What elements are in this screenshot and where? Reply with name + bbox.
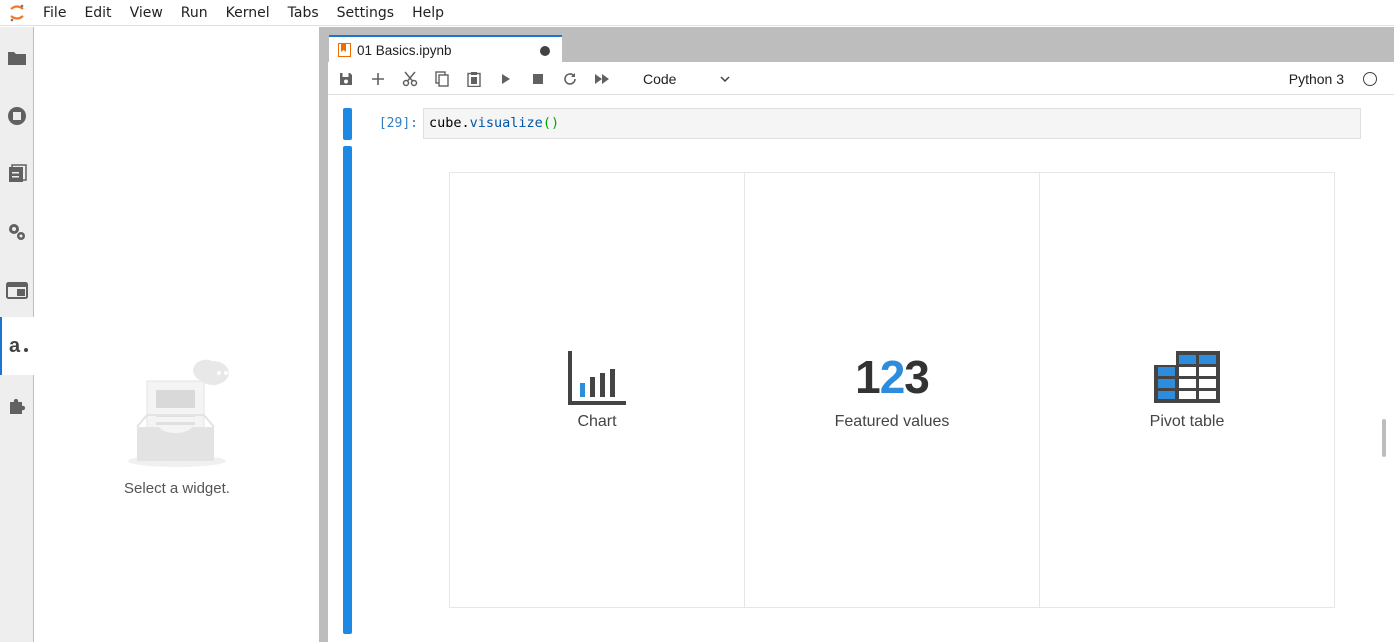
atoti-widget-selector: Chart 123 Featured values Pivot table [449, 172, 1335, 608]
notebook-toolbar: Code Python 3 [328, 63, 1394, 95]
tabs-icon [6, 282, 28, 299]
cell-type-select[interactable]: Code [636, 67, 736, 91]
cut-icon [402, 71, 418, 86]
kernel-idle-icon [1363, 72, 1377, 86]
select-widget-message: Select a widget. [124, 480, 230, 497]
panel-splitter[interactable] [319, 27, 328, 642]
atoti-icon: a [9, 336, 28, 356]
pivot-table-label: Pivot table [1149, 413, 1225, 430]
code-dot: . [461, 115, 470, 131]
menu-run[interactable]: Run [172, 0, 217, 26]
featured-values-icon: 123 [745, 351, 1039, 403]
menu-help[interactable]: Help [403, 0, 453, 26]
restart-run-all-button[interactable] [586, 65, 618, 93]
code-parens: () [542, 115, 560, 131]
chart-label: Chart [577, 413, 617, 430]
commands-icon [9, 164, 27, 182]
property-inspector-tab[interactable] [0, 203, 34, 261]
featured-digit-3: 3 [904, 351, 930, 403]
widget-option-pivot-table[interactable]: Pivot table [1040, 173, 1334, 607]
property-inspector-icon [9, 224, 25, 240]
copy-cell-button[interactable] [426, 65, 458, 93]
document-tab-bar: 01 Basics.ipynb [328, 27, 1394, 63]
widget-option-featured-values[interactable]: 123 Featured values [745, 173, 1040, 607]
copy-icon [435, 70, 449, 87]
commands-tab[interactable] [0, 145, 34, 203]
run-icon [502, 73, 510, 84]
jupyter-logo-icon [0, 0, 34, 26]
cell-type-value: Code [643, 70, 677, 87]
code-variable: cube [429, 115, 462, 131]
interrupt-kernel-button[interactable] [522, 65, 554, 93]
cut-cell-button[interactable] [394, 65, 426, 93]
atoti-tab[interactable]: a [0, 317, 35, 375]
code-cell-input[interactable]: cube.visualize() [423, 108, 1361, 139]
menu-file[interactable]: File [34, 0, 75, 26]
execution-prompt: [29]: [378, 116, 418, 131]
input-collapser[interactable] [343, 108, 352, 140]
kernel-name[interactable]: Python 3 [1289, 71, 1344, 87]
menu-view[interactable]: View [121, 0, 172, 26]
empty-widget-illustration-icon [127, 357, 247, 473]
menu-settings[interactable]: Settings [328, 0, 403, 26]
main-area: 01 Basics.ipynb Code Python 3 [29]: cube… [328, 27, 1394, 642]
restart-kernel-button[interactable] [554, 65, 586, 93]
atoti-side-panel: Select a widget. [35, 27, 319, 642]
refresh-icon [564, 72, 576, 85]
extension-icon [10, 398, 26, 414]
chart-icon [568, 351, 626, 405]
featured-digit-2: 2 [879, 351, 906, 403]
unsaved-indicator-icon[interactable] [540, 46, 550, 56]
widget-option-chart[interactable]: Chart [450, 173, 745, 607]
chevron-down-icon [720, 75, 730, 82]
menu-bar: File Edit View Run Kernel Tabs Settings … [0, 0, 1394, 26]
notebook-scrollbar[interactable] [1382, 419, 1386, 457]
menu-tabs[interactable]: Tabs [279, 0, 328, 26]
insert-cell-button[interactable] [362, 65, 394, 93]
output-collapser[interactable] [343, 146, 352, 634]
notebook-panel: [29]: cube.visualize() Chart 123 Feature… [328, 96, 1394, 642]
code-function: visualize [469, 115, 543, 131]
pivot-table-icon [1154, 351, 1220, 403]
open-tabs-tab[interactable] [0, 261, 34, 319]
paste-icon [467, 71, 481, 87]
svg-text:a: a [9, 336, 21, 356]
save-button[interactable] [330, 65, 362, 93]
file-browser-tab[interactable] [0, 29, 34, 87]
save-icon [340, 72, 352, 85]
run-cell-button[interactable] [490, 65, 522, 93]
featured-digit-1: 1 [855, 351, 881, 403]
running-sessions-tab[interactable] [0, 87, 34, 145]
add-icon [372, 72, 384, 85]
extension-manager-tab[interactable] [0, 377, 34, 435]
paste-cell-button[interactable] [458, 65, 490, 93]
running-icon [8, 107, 26, 125]
menu-edit[interactable]: Edit [75, 0, 120, 26]
notebook-tab[interactable]: 01 Basics.ipynb [329, 35, 562, 63]
activity-bar: a [0, 27, 35, 642]
menu-kernel[interactable]: Kernel [217, 0, 279, 26]
featured-values-label: Featured values [834, 413, 950, 430]
stop-icon [533, 73, 543, 84]
fast-forward-icon [595, 73, 609, 84]
notebook-icon [338, 43, 352, 57]
tab-title: 01 Basics.ipynb [357, 42, 452, 58]
folder-icon [8, 52, 26, 65]
